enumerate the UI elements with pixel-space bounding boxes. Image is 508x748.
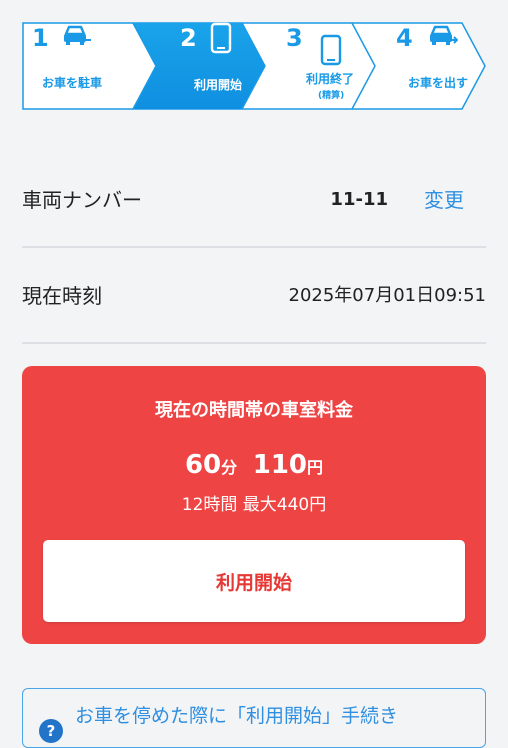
vehicle-number-value: 11-11	[330, 189, 388, 210]
price-line: 60分 110円	[22, 450, 486, 480]
current-time-row: 現在時刻 2025年07月01日09:51	[22, 248, 486, 344]
step-number: 4	[396, 24, 413, 52]
smartphone-icon	[210, 22, 232, 54]
current-time-label: 現在時刻	[22, 284, 102, 308]
current-time-value: 2025年07月01日09:51	[288, 285, 487, 306]
vehicle-number-row: 車両ナンバー 11-11 変更	[22, 152, 486, 248]
vehicle-number-label: 車両ナンバー	[22, 188, 142, 212]
progress-stepper: 1 お車を駐車 2 利用開始 3 利用終了 (精算) 4 お車を出す	[22, 22, 486, 110]
step-label: お車を出す	[408, 76, 469, 90]
price-card-title: 現在の時間帯の車室料金	[155, 400, 353, 421]
question-icon: ?	[39, 719, 63, 743]
car-park-icon	[64, 25, 91, 45]
change-vehicle-link[interactable]: 変更	[424, 152, 464, 248]
price-minutes: 60	[184, 450, 222, 480]
notice-box[interactable]: ? お車を停めた際に「利用開始」手続き	[22, 688, 486, 748]
step-label: お車を駐車	[42, 76, 103, 90]
car-exit-icon	[430, 25, 458, 45]
max-price-text: 12時間 最大440円	[181, 495, 327, 515]
step-1-park: 1 お車を駐車	[22, 22, 134, 110]
price-card: 現在の時間帯の車室料金 60分 110円 12時間 最大440円 利用開始	[22, 366, 486, 644]
price-minutes-unit: 分	[221, 458, 238, 477]
step-number: 3	[286, 24, 303, 52]
step-number: 1	[32, 24, 49, 52]
price-amount-unit: 円	[307, 458, 324, 477]
start-use-button[interactable]: 利用開始	[43, 540, 465, 622]
step-label: 利用開始	[194, 78, 243, 92]
step-label: 利用終了	[306, 72, 355, 86]
step-sublabel: (精算)	[318, 91, 345, 101]
price-amount: 110	[252, 450, 308, 480]
step-number: 2	[180, 24, 197, 52]
step-4-exit: 4 お車を出す	[354, 22, 486, 110]
smartphone-icon	[320, 34, 342, 66]
notice-text: お車を停めた際に「利用開始」手続き	[75, 705, 399, 727]
